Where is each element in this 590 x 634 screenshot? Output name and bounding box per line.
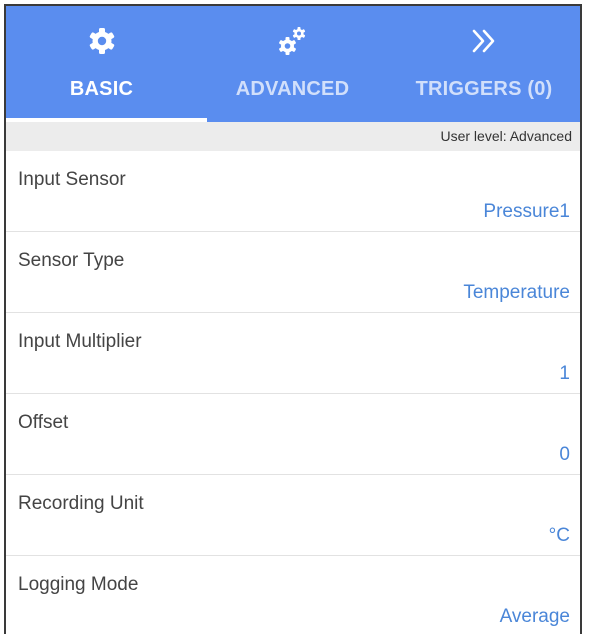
tab-triggers[interactable]: TRIGGERS (0): [388, 6, 580, 122]
setting-sensor-type[interactable]: Sensor Type Temperature: [6, 232, 580, 313]
setting-value: 0: [559, 444, 570, 465]
setting-input-sensor[interactable]: Input Sensor Pressure1: [6, 151, 580, 232]
setting-name: Input Multiplier: [18, 331, 142, 352]
tab-advanced-label: ADVANCED: [235, 78, 350, 100]
tab-basic[interactable]: BASIC: [6, 6, 207, 122]
tab-triggers-label: TRIGGERS (0): [415, 78, 553, 100]
tab-basic-label: BASIC: [69, 78, 134, 100]
user-level-text: User level: Advanced: [440, 128, 572, 144]
user-level-bar: User level: Advanced: [6, 122, 580, 151]
setting-name: Logging Mode: [18, 574, 139, 595]
setting-value: Pressure1: [483, 201, 570, 222]
settings-panel: BASIC ADVANCED TRIGGERS (0) User level: …: [4, 4, 582, 634]
setting-value: Temperature: [463, 282, 570, 303]
setting-logging-mode[interactable]: Logging Mode Average: [6, 556, 580, 634]
setting-offset[interactable]: Offset 0: [6, 394, 580, 475]
setting-name: Offset: [18, 412, 69, 433]
double-chevron-right-icon: [472, 29, 495, 53]
setting-value: Average: [499, 606, 570, 627]
setting-value: 1: [559, 363, 570, 384]
tab-advanced[interactable]: ADVANCED: [197, 6, 388, 122]
gears-icon: [278, 27, 305, 55]
tab-bar: BASIC ADVANCED TRIGGERS (0): [6, 6, 580, 122]
setting-input-multiplier[interactable]: Input Multiplier 1: [6, 313, 580, 394]
setting-name: Recording Unit: [18, 493, 144, 514]
gear-icon: [89, 28, 114, 54]
setting-name: Sensor Type: [18, 250, 125, 271]
setting-value: °C: [548, 525, 570, 546]
setting-name: Input Sensor: [18, 169, 126, 190]
settings-list: Input Sensor Pressure1 Sensor Type Tempe…: [6, 151, 580, 634]
setting-recording-unit[interactable]: Recording Unit °C: [6, 475, 580, 556]
